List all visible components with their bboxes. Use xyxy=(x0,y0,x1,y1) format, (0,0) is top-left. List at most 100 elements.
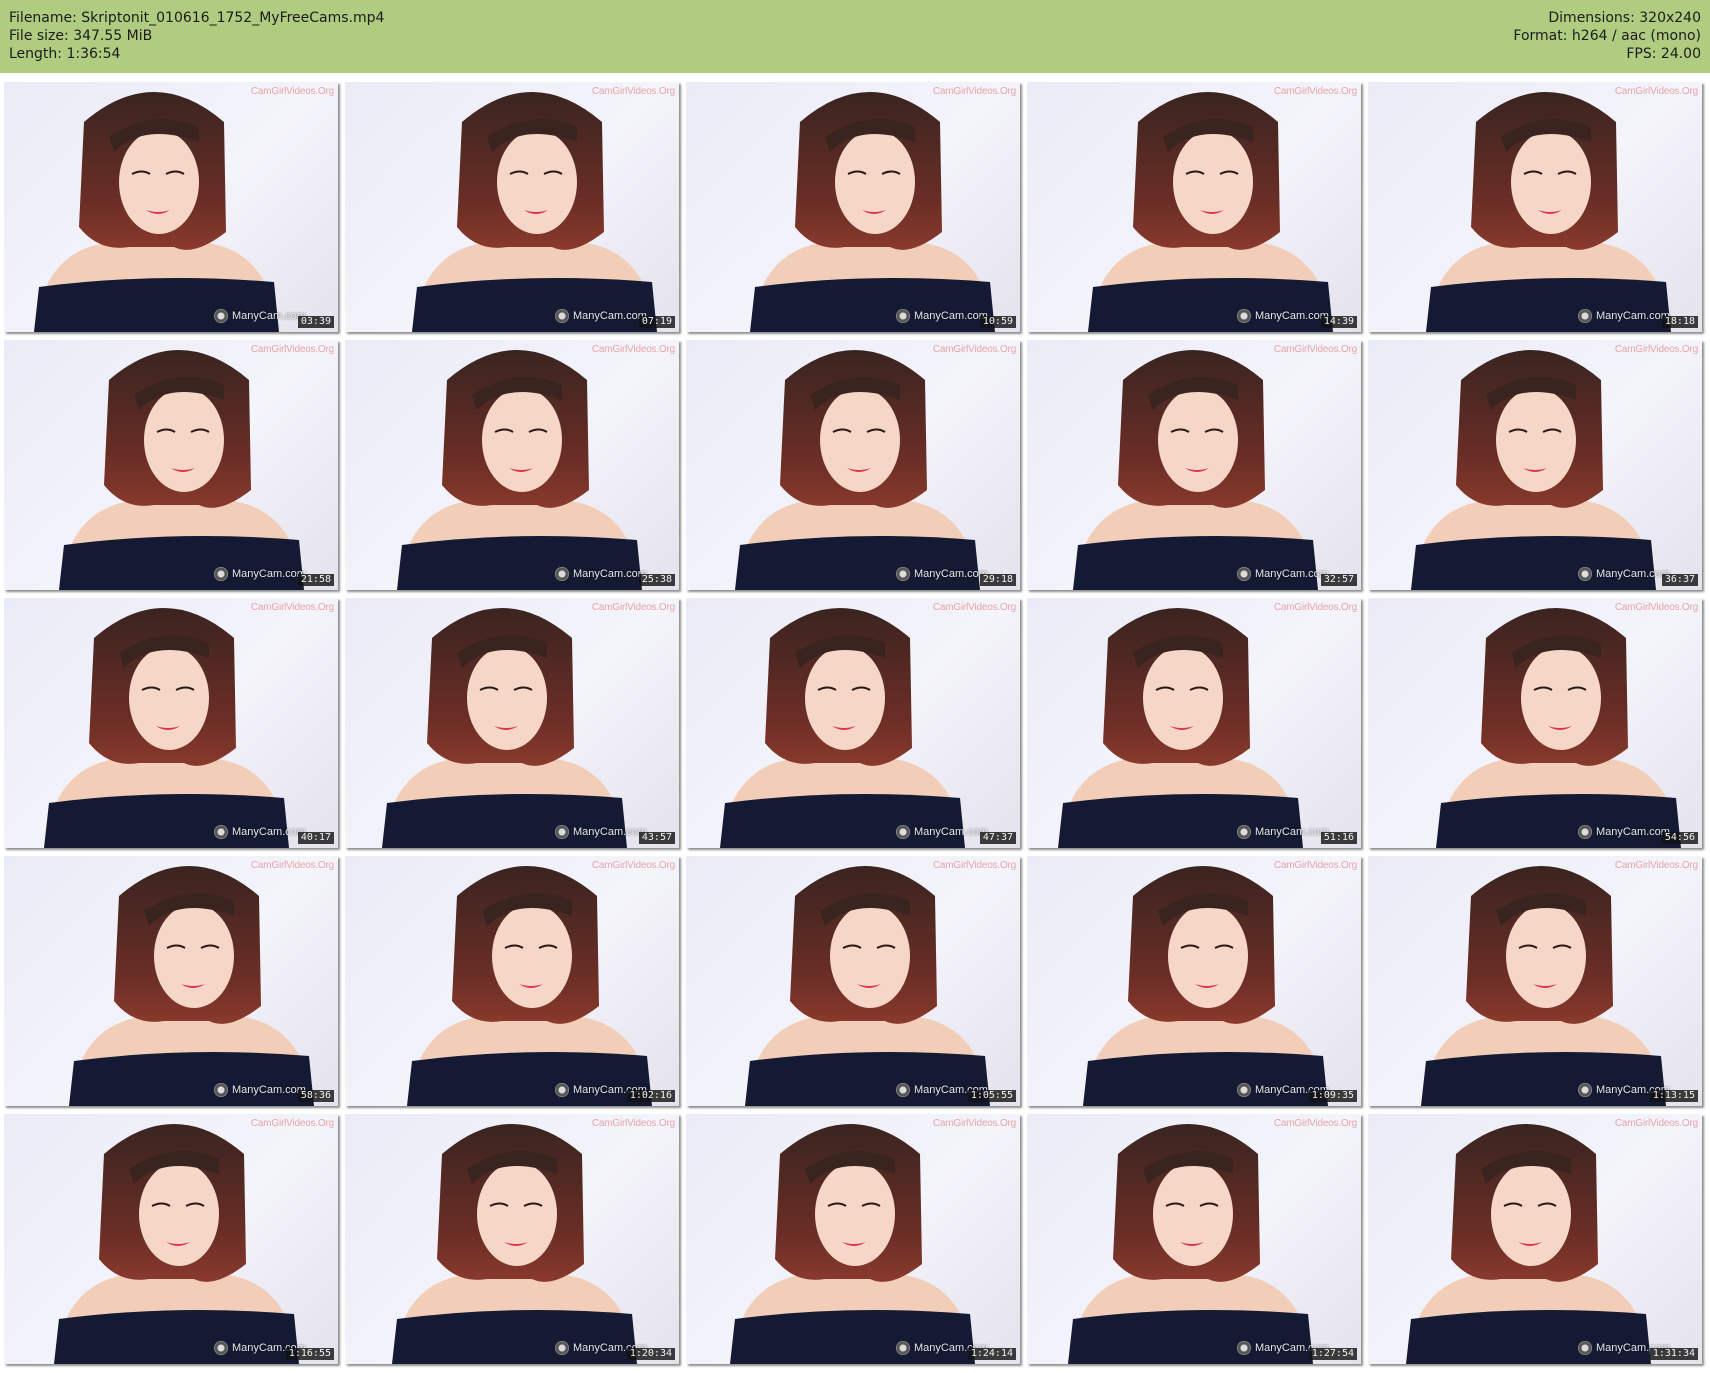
length-text: Length: 1:36:54 xyxy=(9,46,121,62)
site-watermark: CamGirlVideos.Org xyxy=(591,860,675,871)
frame-timestamp: 25:38 xyxy=(638,574,675,586)
video-frame-thumbnail: CamGirlVideos.Org ManyCam.com 1:24:14 xyxy=(686,1114,1020,1364)
site-watermark: CamGirlVideos.Org xyxy=(591,86,675,97)
webcam-icon xyxy=(1578,1341,1592,1355)
frame-timestamp: 36:37 xyxy=(1661,574,1698,586)
video-frame-thumbnail: CamGirlVideos.Org ManyCam.com 58:36 xyxy=(4,856,338,1106)
frame-timestamp: 1:02:16 xyxy=(626,1090,675,1102)
app-watermark: ManyCam.com xyxy=(232,568,306,580)
frame-timestamp: 03:39 xyxy=(297,316,334,328)
frame-timestamp: 18:18 xyxy=(1661,316,1698,328)
frame-image xyxy=(1426,92,1671,332)
webcam-icon xyxy=(1578,1083,1592,1097)
video-frame-thumbnail: CamGirlVideos.Org ManyCam.com 03:39 xyxy=(4,82,338,332)
app-watermark: ManyCam.com xyxy=(232,826,306,838)
webcam-icon xyxy=(1237,825,1251,839)
app-watermark: ManyCam.com xyxy=(1255,310,1329,322)
frame-image xyxy=(54,1124,299,1364)
webcam-icon xyxy=(555,825,569,839)
webcam-icon xyxy=(555,567,569,581)
thumbnail-grid: CamGirlVideos.Org ManyCam.com 03:39 CamGirl… xyxy=(4,82,1706,1372)
video-frame-thumbnail: CamGirlVideos.Org ManyCam.com 43:57 xyxy=(345,598,679,848)
video-frame-thumbnail: CamGirlVideos.Org ManyCam.com 1:16:55 xyxy=(4,1114,338,1364)
video-frame-thumbnail: CamGirlVideos.Org ManyCam.com 14:39 xyxy=(1027,82,1361,332)
site-watermark: CamGirlVideos.Org xyxy=(591,344,675,355)
frame-image xyxy=(34,92,279,332)
frame-image xyxy=(1406,1124,1651,1364)
webcam-icon xyxy=(1237,1341,1251,1355)
frame-image xyxy=(407,866,652,1106)
frame-timestamp: 07:19 xyxy=(638,316,675,328)
app-watermark: ManyCam.com xyxy=(573,310,647,322)
frame-timestamp: 1:20:34 xyxy=(626,1348,675,1360)
app-watermark: ManyCam.com xyxy=(573,826,647,838)
video-frame-thumbnail: CamGirlVideos.Org ManyCam.com 51:16 xyxy=(1027,598,1361,848)
video-frame-thumbnail: CamGirlVideos.Org ManyCam.com 21:58 xyxy=(4,340,338,590)
webcam-icon xyxy=(214,567,228,581)
frame-image xyxy=(745,866,990,1106)
frame-timestamp: 21:58 xyxy=(297,574,334,586)
frame-timestamp: 10:59 xyxy=(979,316,1016,328)
frame-image xyxy=(720,608,965,848)
app-watermark: ManyCam.com xyxy=(232,1084,306,1096)
frame-timestamp: 1:13:15 xyxy=(1649,1090,1698,1102)
app-watermark: ManyCam.com xyxy=(914,310,988,322)
file-info-right: Dimensions: 320x240 Format: h264 / aac (… xyxy=(1513,9,1701,63)
site-watermark: CamGirlVideos.Org xyxy=(1273,1118,1357,1129)
frame-timestamp: 29:18 xyxy=(979,574,1016,586)
app-watermark: ManyCam.com xyxy=(914,826,988,838)
frame-image xyxy=(382,608,627,848)
site-watermark: CamGirlVideos.Org xyxy=(1273,860,1357,871)
site-watermark: CamGirlVideos.Org xyxy=(1273,602,1357,613)
video-frame-thumbnail: CamGirlVideos.Org ManyCam.com 25:38 xyxy=(345,340,679,590)
site-watermark: CamGirlVideos.Org xyxy=(250,1118,334,1129)
site-watermark: CamGirlVideos.Org xyxy=(1273,86,1357,97)
frame-image xyxy=(1088,92,1333,332)
video-frame-thumbnail: CamGirlVideos.Org ManyCam.com 1:31:34 xyxy=(1368,1114,1702,1364)
video-frame-thumbnail: CamGirlVideos.Org ManyCam.com 1:20:34 xyxy=(345,1114,679,1364)
fps-text: FPS: 24.00 xyxy=(1626,46,1701,62)
frame-image xyxy=(1068,1124,1313,1364)
frame-image xyxy=(735,350,980,590)
frame-timestamp: 1:16:55 xyxy=(285,1348,334,1360)
frame-image xyxy=(392,1124,637,1364)
webcam-icon xyxy=(896,825,910,839)
frame-timestamp: 1:05:55 xyxy=(967,1090,1016,1102)
site-watermark: CamGirlVideos.Org xyxy=(591,1118,675,1129)
frame-image xyxy=(1058,608,1303,848)
app-watermark: ManyCam.com xyxy=(1255,826,1329,838)
frame-image xyxy=(1083,866,1328,1106)
video-frame-thumbnail: CamGirlVideos.Org ManyCam.com 32:57 xyxy=(1027,340,1361,590)
frame-image xyxy=(397,350,642,590)
frame-timestamp: 32:57 xyxy=(1320,574,1357,586)
video-frame-thumbnail: CamGirlVideos.Org ManyCam.com 29:18 xyxy=(686,340,1020,590)
filename-text: Filename: Skriptonit_010616_1752_MyFreeC… xyxy=(9,10,385,26)
frame-image xyxy=(1411,350,1656,590)
site-watermark: CamGirlVideos.Org xyxy=(932,344,1016,355)
webcam-icon xyxy=(214,1341,228,1355)
video-frame-thumbnail: CamGirlVideos.Org ManyCam.com 1:02:16 xyxy=(345,856,679,1106)
webcam-icon xyxy=(896,309,910,323)
frame-image xyxy=(750,92,995,332)
frame-image xyxy=(1073,350,1318,590)
webcam-icon xyxy=(555,309,569,323)
frame-image xyxy=(1436,608,1681,848)
app-watermark: ManyCam.com xyxy=(914,568,988,580)
webcam-icon xyxy=(1578,309,1592,323)
video-frame-thumbnail: CamGirlVideos.Org ManyCam.com 18:18 xyxy=(1368,82,1702,332)
site-watermark: CamGirlVideos.Org xyxy=(1614,602,1698,613)
site-watermark: CamGirlVideos.Org xyxy=(932,1118,1016,1129)
site-watermark: CamGirlVideos.Org xyxy=(1273,344,1357,355)
frame-timestamp: 1:31:34 xyxy=(1649,1348,1698,1360)
frame-image xyxy=(412,92,657,332)
frame-timestamp: 1:27:54 xyxy=(1308,1348,1357,1360)
info-header: Filename: Skriptonit_010616_1752_MyFreeC… xyxy=(0,0,1710,73)
site-watermark: CamGirlVideos.Org xyxy=(1614,344,1698,355)
webcam-icon xyxy=(555,1341,569,1355)
frame-timestamp: 51:16 xyxy=(1320,832,1357,844)
format-text: Format: h264 / aac (mono) xyxy=(1513,28,1701,44)
frame-image xyxy=(59,350,304,590)
video-frame-thumbnail: CamGirlVideos.Org ManyCam.com 54:56 xyxy=(1368,598,1702,848)
file-info-left: Filename: Skriptonit_010616_1752_MyFreeC… xyxy=(9,9,384,63)
frame-timestamp: 47:37 xyxy=(979,832,1016,844)
